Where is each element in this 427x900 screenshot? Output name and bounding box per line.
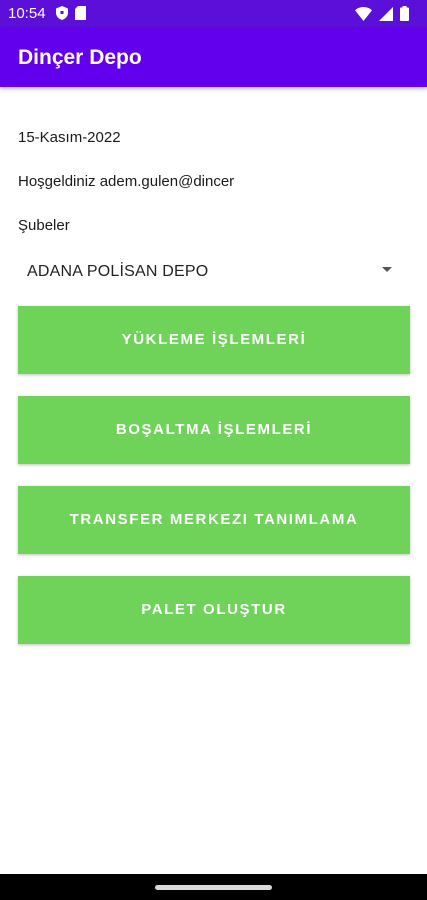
create-pallet-button[interactable]: PALET OLUŞTUR — [18, 576, 410, 644]
branches-label: Şubeler — [18, 217, 70, 234]
transfer-center-definition-button[interactable]: TRANSFER MERKEZI TANIMLAMA — [18, 486, 410, 554]
navigation-bar — [0, 874, 427, 900]
chevron-down-icon — [382, 267, 392, 272]
signal-icon — [379, 6, 393, 26]
welcome-text: Hoşgeldiniz adem.gulen@dincer — [18, 173, 235, 190]
branch-dropdown[interactable]: ADANA POLİSAN DEPO — [18, 250, 392, 292]
status-left-icons — [56, 6, 86, 25]
wifi-icon — [355, 6, 372, 26]
status-bar: 10:54 — [0, 0, 427, 28]
status-time: 10:54 — [8, 5, 46, 22]
battery-icon — [400, 6, 409, 26]
branch-selected-value: ADANA POLİSAN DEPO — [27, 263, 209, 280]
app-title: Dinçer Depo — [18, 46, 142, 69]
loading-operations-button[interactable]: YÜKLEME İŞLEMLERİ — [18, 306, 410, 374]
gesture-handle[interactable] — [155, 885, 272, 890]
app-bar: Dinçer Depo — [0, 28, 427, 87]
unloading-operations-button[interactable]: BOŞALTMA İŞLEMLERİ — [18, 396, 410, 464]
status-right-icons — [355, 6, 409, 26]
date-text: 15-Kasım-2022 — [18, 129, 121, 146]
shield-icon — [56, 6, 68, 25]
sd-card-icon — [75, 6, 86, 25]
